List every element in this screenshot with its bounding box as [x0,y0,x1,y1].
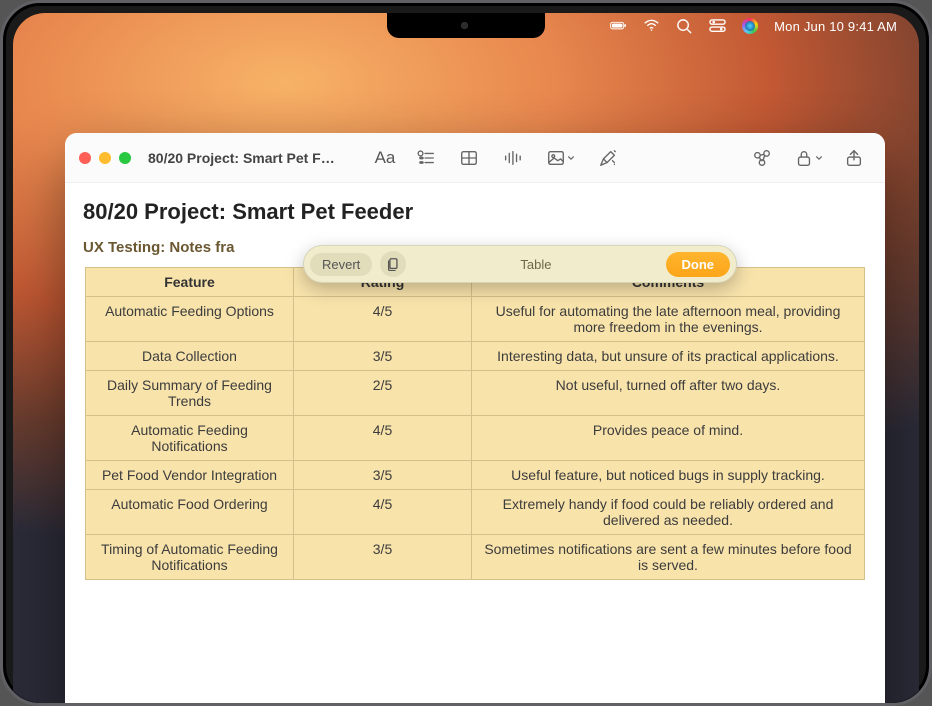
copy-button[interactable] [380,251,406,277]
siri-icon[interactable] [742,18,758,34]
link-note-button[interactable] [745,144,779,172]
minimize-button[interactable] [99,152,111,164]
traffic-lights [79,152,131,164]
format-button[interactable]: Aa [370,144,400,172]
lock-button[interactable] [788,144,828,172]
menubar-datetime[interactable]: Mon Jun 10 9:41 AM [774,19,897,34]
spotlight-icon[interactable] [676,18,693,35]
format-label: Aa [375,148,396,168]
cell-rating[interactable]: 2/5 [294,371,472,416]
cell-feature[interactable]: Automatic Feeding Notifications [86,416,294,461]
chevron-down-icon [815,154,823,162]
cell-rating[interactable]: 4/5 [294,490,472,535]
media-button[interactable] [538,144,582,172]
cell-comments[interactable]: Sometimes notifications are sent a few m… [472,535,865,580]
fullscreen-button[interactable] [119,152,131,164]
control-center-icon[interactable] [709,18,726,35]
chevron-down-icon [567,154,575,162]
table-row[interactable]: Pet Food Vendor Integration3/5Useful fea… [86,461,865,490]
cell-feature[interactable]: Automatic Food Ordering [86,490,294,535]
cell-rating[interactable]: 3/5 [294,461,472,490]
cell-comments[interactable]: Interesting data, but unsure of its prac… [472,342,865,371]
wifi-icon[interactable] [643,18,660,35]
cell-feature[interactable]: Timing of Automatic Feeding Notification… [86,535,294,580]
display-notch [387,13,545,38]
table-edit-pill: Revert Table Done [303,245,737,283]
share-button[interactable] [837,144,871,172]
th-feature[interactable]: Feature [86,268,294,297]
done-button[interactable]: Done [666,252,731,277]
table-row[interactable]: Automatic Feeding Options4/5Useful for a… [86,297,865,342]
cell-comments[interactable]: Extremely handy if food could be reliabl… [472,490,865,535]
page-title: 80/20 Project: Smart Pet Feeder [75,197,875,235]
camera-dot [461,22,468,29]
cell-comments[interactable]: Useful for automating the late afternoon… [472,297,865,342]
cell-comments[interactable]: Not useful, turned off after two days. [472,371,865,416]
cell-comments[interactable]: Useful feature, but noticed bugs in supp… [472,461,865,490]
table-row[interactable]: Data Collection3/5Interesting data, but … [86,342,865,371]
cell-rating[interactable]: 4/5 [294,297,472,342]
section-subtitle: UX Testing: Notes fra [83,239,234,256]
cell-feature[interactable]: Daily Summary of Feeding Trends [86,371,294,416]
cell-rating[interactable]: 4/5 [294,416,472,461]
cell-rating[interactable]: 3/5 [294,535,472,580]
notes-window: 80/20 Project: Smart Pet Feeder Aa [65,133,885,703]
close-button[interactable] [79,152,91,164]
checklist-button[interactable] [409,144,443,172]
cell-rating[interactable]: 3/5 [294,342,472,371]
battery-icon[interactable] [610,18,627,35]
audio-button[interactable] [495,144,529,172]
ux-feedback-table[interactable]: Feature Rating Comments Automatic Feedin… [85,267,865,580]
cell-feature[interactable]: Automatic Feeding Options [86,297,294,342]
window-toolbar: 80/20 Project: Smart Pet Feeder Aa [65,133,885,183]
cell-feature[interactable]: Data Collection [86,342,294,371]
table-row[interactable]: Timing of Automatic Feeding Notification… [86,535,865,580]
laptop-frame: Mon Jun 10 9:41 AM 80/20 Project: Smart … [0,0,932,706]
ai-tools-button[interactable] [591,144,625,172]
screen: Mon Jun 10 9:41 AM 80/20 Project: Smart … [13,13,919,703]
cell-comments[interactable]: Provides peace of mind. [472,416,865,461]
table-row[interactable]: Automatic Food Ordering4/5Extremely hand… [86,490,865,535]
cell-feature[interactable]: Pet Food Vendor Integration [86,461,294,490]
table-button[interactable] [452,144,486,172]
table-row[interactable]: Daily Summary of Feeding Trends2/5Not us… [86,371,865,416]
revert-button[interactable]: Revert [310,253,372,276]
pill-mode-label: Table [406,257,665,272]
table-row[interactable]: Automatic Feeding Notifications4/5Provid… [86,416,865,461]
window-title: 80/20 Project: Smart Pet Feeder [148,150,338,166]
